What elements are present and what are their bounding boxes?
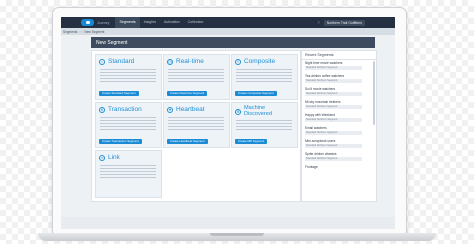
card-title: Machine Discovered [244,105,272,117]
heart-icon: ♥ [167,106,173,113]
card-standard: • Standard Create Standard Segment [95,54,162,100]
card-machine-discovered: ✲ Machine Discovered Create MD Segment [231,102,298,148]
create-composite-segment-button[interactable]: Create Composite Segment [235,91,277,96]
gear-icon: ✲ [235,108,241,115]
create-heartbeat-segment-button[interactable]: Create Heartbeat Segment [167,139,208,144]
recent-segment-name: Sprite drinker vitamins [305,152,337,156]
card-description [236,120,292,131]
list-item[interactable]: Email watchers Standard Northern Segment [302,125,376,138]
list-item[interactable]: Sci-fi movie watchers Standard Northern … [302,86,376,99]
card-title: Transaction [108,106,142,113]
recent-segments-header: Recent Segments [302,51,376,60]
card-description [100,117,156,131]
recent-segment-tag: Standard Northern Segment [305,92,362,96]
recent-segment-name: Email watchers [305,126,327,130]
page-title: New Segment [96,39,128,46]
breadcrumb-segments[interactable]: Segments [63,30,77,34]
nav-right: ? Northern Trail Outfitters [318,19,365,26]
recent-segment-name: Frontage [305,165,318,169]
card-link: ∞ Link [95,150,162,198]
recent-segment-name: Happy with Weekend [305,113,336,117]
device-notch [210,233,264,236]
recent-segment-name: Tea-drinker coffee watchers [305,74,345,78]
top-nav: Journey Segments Insights Activation Col… [61,17,395,28]
card-title: Link [108,154,120,161]
card-title: Real-time [176,58,204,65]
recent-segment-name: Sci-fi movie watchers [305,87,336,91]
recent-segment-tag: Standard Northern Segment [305,131,362,135]
list-item[interactable]: Frontage [302,164,376,177]
list-item[interactable]: Mini-scrapbook users Standard Northern S… [302,138,376,151]
recent-segment-tag: Standard Northern Segment [305,79,362,83]
card-title: Standard [108,58,135,65]
card-heartbeat: ♥ Heartbeat Create Heartbeat Segment [163,102,230,148]
recent-segment-tag: Standard Northern Segment [305,118,362,122]
card-title: Composite [244,58,276,65]
nav-tab-segments[interactable]: Segments [115,17,140,28]
breadcrumb-separator: › [80,29,82,34]
card-title: Heartbeat [176,106,205,113]
list-item[interactable]: Happy with Weekend Standard Northern Seg… [302,112,376,125]
recent-segments-panel: Recent Segments Night time movie watcher… [301,50,377,202]
list-item[interactable]: Sprite drinker vitamins Standard Norther… [302,151,376,164]
recent-segment-name: Mt sky mountain trekkers [305,100,341,104]
create-real-time-segment-button[interactable]: Create Real-time Segment [167,91,208,96]
recent-segment-name: Night time movie watchers [305,61,343,65]
cart-icon: $ [99,106,105,113]
list-item[interactable]: Mt sky mountain trekkers Standard Northe… [302,99,376,112]
nav-tab-activation[interactable]: Activation [160,17,184,28]
link-icon: ∞ [99,154,105,161]
recent-segments-scrollbar[interactable] [373,61,375,125]
card-description [236,69,292,83]
layers-icon: ≡ [235,58,241,65]
cloud-logo-icon[interactable] [81,19,94,26]
card-description [100,165,156,179]
list-item[interactable]: Night time movie watchers Standard North… [302,60,376,73]
segment-types-panel: • Standard Create Standard Segment ◷ Rea… [91,50,301,202]
create-transaction-segment-button[interactable]: Create Transaction Segment [99,139,142,144]
nav-tab-insights[interactable]: Insights [140,17,160,28]
card-real-time: ◷ Real-time Create Real-time Segment [163,54,230,100]
page-title-bar: New Segment [91,37,375,48]
clock-icon: ◷ [167,58,173,65]
card-description [168,69,224,83]
recent-segment-tag: Standard Northern Segment [305,157,362,161]
breadcrumb: Segments › New Segment [61,28,395,35]
app-screen: Journey Segments Insights Activation Col… [61,17,395,229]
help-icon[interactable]: ? [318,20,320,25]
recent-segment-name: Mini-scrapbook users [305,139,336,143]
business-unit-select[interactable]: Northern Trail Outfitters [323,19,365,26]
app-name: Journey [97,20,110,25]
create-md-segment-button[interactable]: Create MD Segment [235,139,268,144]
nav-tab-collection[interactable]: Collection [184,17,208,28]
breadcrumb-current: New Segment [84,29,105,34]
create-standard-segment-button[interactable]: Create Standard Segment [99,91,139,96]
card-description [100,69,156,83]
card-composite: ≡ Composite Create Composite Segment [231,54,298,100]
recent-segment-tag: Standard Northern Segment [305,66,362,70]
recent-segment-tag: Standard Northern Segment [305,144,362,148]
footer [61,217,395,229]
card-transaction: $ Transaction Create Transaction Segment [95,102,162,148]
recent-segment-tag: Standard Northern Segment [305,105,362,109]
user-icon: • [99,58,105,65]
list-item[interactable]: Tea-drinker coffee watchers Standard Nor… [302,73,376,86]
card-description [168,117,224,131]
